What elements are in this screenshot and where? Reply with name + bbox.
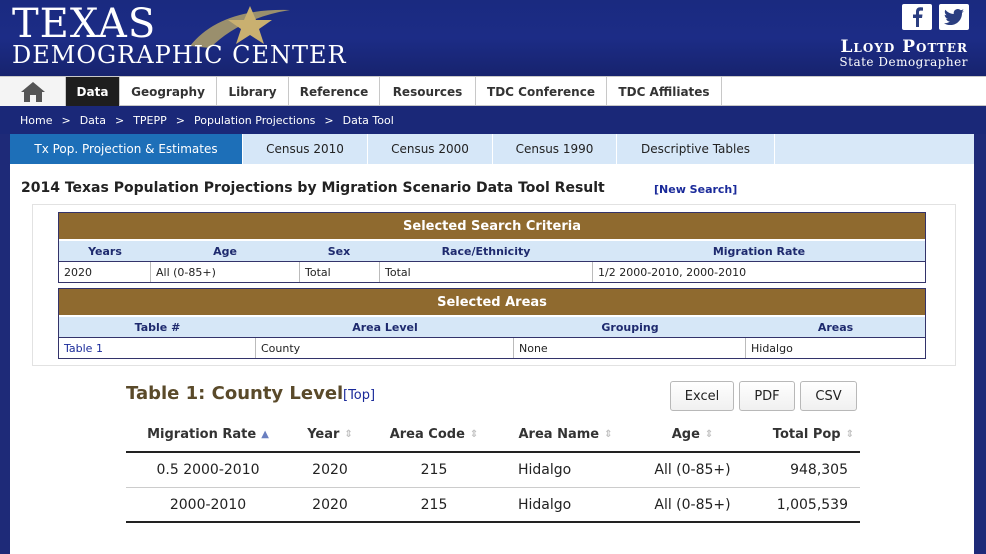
csv-button[interactable]: CSV xyxy=(800,381,857,411)
nav-item-tdc-conference[interactable]: TDC Conference xyxy=(476,77,607,106)
column-header: Migration Rate xyxy=(712,244,806,258)
column-header: Grouping xyxy=(601,320,659,334)
demographer-title: State Demographer xyxy=(839,55,968,69)
table-cell: 215 xyxy=(420,496,448,513)
table-cell: 2000-2010 xyxy=(169,496,247,513)
table-cell: Hidalgo xyxy=(518,496,572,513)
facebook-icon[interactable] xyxy=(902,4,932,30)
sort-icon: ⇕ xyxy=(604,429,613,440)
column-label: Year xyxy=(307,427,340,442)
table-cell: 0.5 2000-2010 xyxy=(156,462,260,478)
column-label: Age xyxy=(671,427,700,442)
main-content: 2014 Texas Population Projections by Mig… xyxy=(10,164,974,554)
sort-icon: ⇕ xyxy=(704,429,714,440)
column-header: Sex xyxy=(327,244,351,258)
table-cell: All (0-85+) xyxy=(151,262,300,282)
breadcrumb-population-projections[interactable]: Population Projections xyxy=(194,114,315,127)
table-cell: 1,005,539 xyxy=(776,496,848,513)
nav-item-geography[interactable]: Geography xyxy=(120,77,217,106)
table-cell: Total xyxy=(300,262,380,282)
nav-item-library[interactable]: Library xyxy=(217,77,289,106)
breadcrumb-separator: > xyxy=(114,113,125,127)
table-cell: None xyxy=(514,338,746,358)
column-label: Total Pop xyxy=(772,427,841,442)
column-header-age[interactable]: Age ⇕ xyxy=(633,418,752,451)
table-row: Table 1 County None Hidalgo xyxy=(59,337,925,358)
table-1-link[interactable]: Table 1 xyxy=(59,338,256,358)
column-header-area-name[interactable]: Area Name ⇕ xyxy=(498,418,633,451)
table-cell: 2020 xyxy=(59,262,151,282)
tab-tx-pop-projection[interactable]: Tx Pop. Projection & Estimates xyxy=(10,134,243,164)
breadcrumb-separator: > xyxy=(61,113,71,127)
search-criteria-table: Selected Search Criteria Years Age Sex R… xyxy=(58,212,926,283)
top-link[interactable]: [Top] xyxy=(343,388,375,403)
column-header: Table # xyxy=(134,320,181,334)
site-banner: TEXAS DEMOGRAPHIC CENTER Lloyd Potter St… xyxy=(0,0,986,76)
tab-descriptive-tables[interactable]: Descriptive Tables xyxy=(617,134,775,164)
breadcrumb-separator: > xyxy=(324,113,334,127)
sort-ascending-icon: ▲ xyxy=(261,429,269,440)
breadcrumb-data[interactable]: Data xyxy=(80,114,106,127)
sort-icon: ⇕ xyxy=(845,429,854,440)
table-cell: 2020 xyxy=(312,496,348,513)
twitter-icon[interactable] xyxy=(939,4,969,30)
selected-areas-columns: Table # Area Level Grouping Areas xyxy=(59,317,925,337)
sub-tabs: Tx Pop. Projection & Estimates Census 20… xyxy=(10,134,974,164)
excel-button[interactable]: Excel xyxy=(670,381,734,411)
selected-areas-table: Selected Areas Table # Area Level Groupi… xyxy=(58,288,926,359)
breadcrumb-tpepp[interactable]: TPEPP xyxy=(133,114,167,127)
column-label: Area Code xyxy=(389,427,465,442)
column-header-area-code[interactable]: Area Code ⇕ xyxy=(370,418,498,451)
tab-census-2000[interactable]: Census 2000 xyxy=(368,134,493,164)
breadcrumb-separator: > xyxy=(175,113,185,127)
page-title: 2014 Texas Population Projections by Mig… xyxy=(21,180,605,196)
breadcrumb: Home > Data > TPEPP > Population Project… xyxy=(0,106,986,134)
table-1-title: Table 1: County Level xyxy=(126,383,344,404)
search-criteria-heading: Selected Search Criteria xyxy=(59,213,925,241)
column-header: Age xyxy=(213,244,237,258)
logo-demographic-center-text[interactable]: DEMOGRAPHIC CENTER xyxy=(12,40,347,70)
breadcrumb-data-tool: Data Tool xyxy=(342,113,394,127)
column-label: Area Name xyxy=(518,427,600,442)
column-header-year[interactable]: Year ⇕ xyxy=(290,418,370,451)
nav-item-resources[interactable]: Resources xyxy=(380,77,476,106)
demographer-name: Lloyd Potter xyxy=(840,37,968,57)
tab-census-2010[interactable]: Census 2010 xyxy=(243,134,368,164)
new-search-link[interactable]: [New Search] xyxy=(654,183,737,196)
table-cell: 948,305 xyxy=(790,462,848,478)
table-row: 2020 All (0-85+) Total Total 1/2 2000-20… xyxy=(59,261,925,282)
table-cell: All (0-85+) xyxy=(654,462,731,478)
table-header-row: Migration Rate ▲ Year ⇕ Area Code ⇕ Area Na… xyxy=(126,418,860,453)
main-nav: Data Geography Library Reference Resourc… xyxy=(0,76,986,106)
table-cell: All (0-85+) xyxy=(654,496,731,513)
county-level-table: Migration Rate ▲ Year ⇕ Area Code ⇕ Area Na… xyxy=(126,418,860,523)
column-header: Area Level xyxy=(352,320,418,334)
table-cell: Hidalgo xyxy=(751,341,793,355)
breadcrumb-home[interactable]: Home xyxy=(20,114,52,127)
table-cell: Hidalgo xyxy=(518,462,572,478)
column-header: Areas xyxy=(817,320,854,334)
pdf-button[interactable]: PDF xyxy=(739,381,795,411)
table-cell: 2020 xyxy=(312,462,348,478)
search-criteria-columns: Years Age Sex Race/Ethnicity Migration R… xyxy=(59,241,925,261)
table-row: 2000-2010 2020 215 Hidalgo All (0-85+) 1… xyxy=(126,488,860,523)
table-cell: 1/2 2000-2010, 2000-2010 xyxy=(598,265,747,279)
column-label: Migration Rate xyxy=(147,427,257,442)
nav-item-tdc-affiliates[interactable]: TDC Affiliates xyxy=(607,77,722,106)
selected-areas-heading: Selected Areas xyxy=(59,289,925,317)
column-header: Race/Ethnicity xyxy=(441,244,531,258)
nav-item-data[interactable]: Data xyxy=(66,77,120,106)
table-row: 0.5 2000-2010 2020 215 Hidalgo All (0-85… xyxy=(126,453,860,488)
sort-icon: ⇕ xyxy=(344,429,353,440)
table-cell: 215 xyxy=(420,462,448,478)
table-cell: County xyxy=(256,338,514,358)
column-header-migration-rate[interactable]: Migration Rate ▲ xyxy=(126,418,290,451)
column-header: Years xyxy=(88,244,122,258)
home-icon[interactable] xyxy=(0,77,66,106)
column-header-total-pop[interactable]: Total Pop ⇕ xyxy=(752,418,860,451)
tab-census-1990[interactable]: Census 1990 xyxy=(493,134,617,164)
table-cell: Total xyxy=(380,262,593,282)
nav-item-reference[interactable]: Reference xyxy=(289,77,380,106)
sort-icon: ⇕ xyxy=(469,429,479,440)
